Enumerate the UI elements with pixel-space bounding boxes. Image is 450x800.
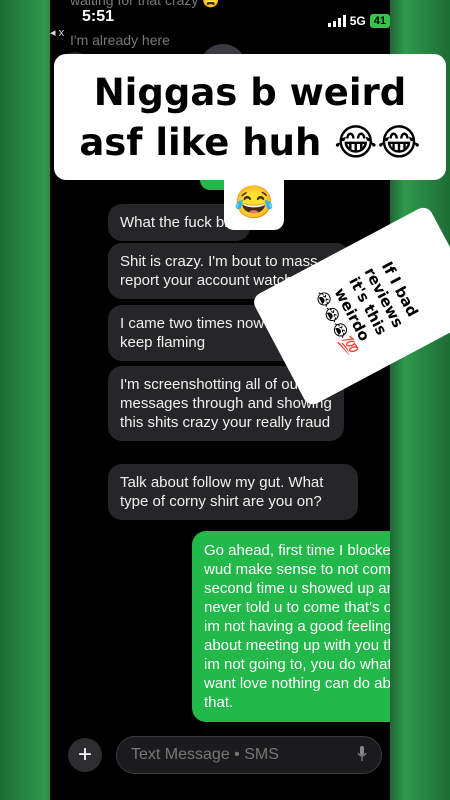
back-to-app-link[interactable]: ◂ x: [50, 26, 64, 39]
plus-icon[interactable]: +: [68, 738, 102, 772]
microphone-icon[interactable]: [357, 746, 367, 762]
battery-icon: 41: [369, 14, 390, 28]
network-type: 5G: [349, 14, 366, 28]
status-time: 5:51: [82, 8, 115, 25]
signal-bars-icon: [327, 15, 346, 27]
message-input-placeholder: Text Message • SMS: [131, 746, 279, 763]
compose-bar: + Text Message • SMS: [50, 732, 390, 778]
caption-line-1: Niggas b weird: [93, 71, 407, 114]
message-input[interactable]: Text Message • SMS: [116, 736, 382, 774]
outgoing-message: Go ahead, first time I blocked u it wud …: [192, 531, 390, 722]
incoming-message: Talk about follow my gut. What type of c…: [108, 464, 358, 520]
caption-line-2: asf like huh 😂😂: [79, 121, 421, 164]
faded-message-2: I'm already here: [70, 32, 170, 48]
status-indicators: 5G 41: [327, 14, 390, 28]
caption-overlay: Niggas b weird asf like huh 😂😂: [54, 54, 446, 180]
caption-line-3: 😂: [224, 180, 284, 230]
